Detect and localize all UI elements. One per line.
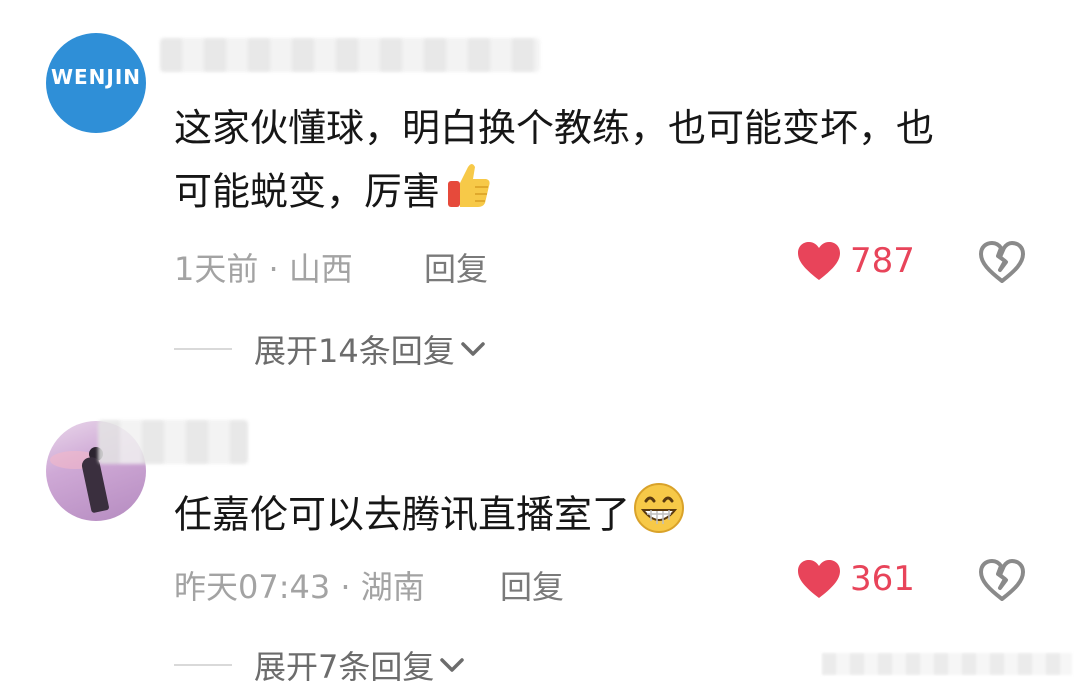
- watermark-blurred: [822, 653, 1072, 675]
- expand-replies[interactable]: 展开7条回复: [174, 642, 466, 688]
- like-button[interactable]: 361: [796, 558, 915, 600]
- avatar-logo-text: WENJIN: [50, 65, 142, 89]
- reply-button[interactable]: 回复: [424, 244, 488, 290]
- expand-replies-label: 展开7条回复: [254, 648, 435, 686]
- expand-replies-label: 展开14条回复: [254, 332, 455, 370]
- comment-meta: 1天前 · 山西: [174, 250, 353, 288]
- comment-meta: 昨天07:43 · 湖南: [174, 568, 425, 606]
- comment-text: 任嘉伦可以去腾讯直播室了: [174, 481, 1034, 553]
- reply-button[interactable]: 回复: [500, 562, 564, 608]
- divider: [174, 348, 232, 350]
- thumbs-up-icon: [442, 159, 494, 229]
- comment-text-line: 这家伙懂球，明白换个教练，也可能变坏，也: [174, 106, 935, 150]
- like-count: 787: [850, 241, 915, 281]
- chevron-down-icon: [460, 342, 485, 356]
- heart-icon: [798, 560, 840, 598]
- comment-text-line: 可能蜕变，厉害: [174, 159, 1034, 229]
- username-blurred[interactable]: [160, 38, 540, 72]
- comment-text-line-content: 可能蜕变，厉害: [174, 169, 441, 214]
- comment-text-content: 任嘉伦可以去腾讯直播室了: [174, 492, 631, 537]
- avatar[interactable]: WENJIN: [46, 33, 146, 133]
- divider: [174, 664, 232, 666]
- grinning-face-icon: [632, 481, 686, 553]
- like-count: 361: [850, 559, 915, 599]
- heart-icon: [798, 242, 840, 280]
- broken-heart-icon[interactable]: [978, 558, 1026, 602]
- username-blurred[interactable]: [98, 420, 248, 464]
- like-button[interactable]: 787: [796, 240, 915, 282]
- chevron-down-icon: [440, 658, 465, 672]
- expand-replies[interactable]: 展开14条回复: [174, 326, 487, 372]
- comment-text: 这家伙懂球，明白换个教练，也可能变坏，也 可能蜕变，厉害: [174, 97, 1034, 229]
- broken-heart-icon[interactable]: [978, 240, 1026, 284]
